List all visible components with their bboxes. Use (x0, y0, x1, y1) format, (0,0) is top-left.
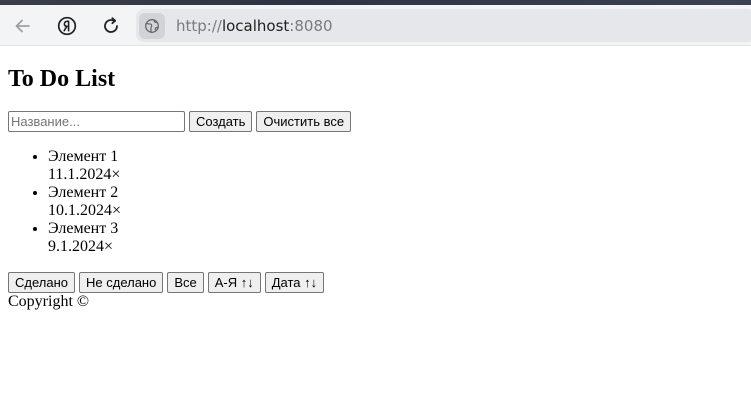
filter-not-done-button[interactable]: Не сделано (79, 272, 164, 293)
browser-toolbar: http://localhost:8080 (0, 0, 751, 46)
todo-item[interactable]: Элемент 1 11.1.2024× (48, 148, 743, 184)
site-info-button[interactable] (139, 12, 165, 39)
arrow-left-icon (15, 19, 30, 33)
delete-item-button[interactable]: × (111, 166, 120, 183)
todo-title-input[interactable] (8, 110, 185, 132)
window-top-strip (0, 0, 751, 5)
clear-all-button[interactable]: Очистить все (256, 110, 352, 132)
filter-done-button[interactable]: Сделано (8, 272, 75, 293)
page-title: To Do List (8, 66, 116, 92)
url-host: localhost (221, 16, 290, 35)
filter-all-button[interactable]: Все (167, 272, 204, 293)
todo-item-name: Элемент 3 (48, 220, 119, 237)
yandex-logo-icon (57, 16, 77, 36)
page-content: To Do List Создать Очистить все Элемент … (0, 65, 751, 311)
delete-item-button[interactable]: × (104, 238, 113, 255)
sort-date-button[interactable]: Дата ↑↓ (264, 272, 325, 293)
todo-item-date: 9.1.2024 (48, 238, 104, 255)
url-text[interactable]: http://localhost:8080 (176, 17, 333, 35)
delete-item-button[interactable]: × (112, 202, 121, 219)
todo-list: Элемент 1 11.1.2024× Элемент 2 10.1.2024… (8, 148, 743, 256)
filter-bar: Сделано Не сделано Все А-Я ↑↓ Дата ↑↓ (8, 272, 743, 293)
url-scheme: http:// (176, 16, 222, 35)
todo-item-name: Элемент 2 (48, 184, 119, 201)
sort-alphabetical-button[interactable]: А-Я ↑↓ (207, 272, 261, 293)
create-button[interactable]: Создать (189, 110, 253, 132)
todo-item-date: 10.1.2024 (48, 202, 112, 219)
todo-item-name: Элемент 1 (48, 148, 119, 165)
url-port: :8080 (289, 16, 333, 35)
todo-item-date: 11.1.2024 (48, 166, 112, 183)
todo-item[interactable]: Элемент 2 10.1.2024× (48, 184, 743, 220)
reload-icon (104, 17, 118, 33)
back-button[interactable] (10, 13, 36, 39)
address-bar[interactable]: http://localhost:8080 (136, 9, 751, 42)
todo-item[interactable]: Элемент 3 9.1.2024× (48, 220, 743, 256)
reload-button[interactable] (98, 13, 124, 39)
create-form: Создать Очистить все (8, 110, 743, 132)
yandex-button[interactable] (54, 13, 80, 39)
footer-copyright: Copyright © (8, 293, 90, 310)
globe-icon (145, 18, 159, 33)
